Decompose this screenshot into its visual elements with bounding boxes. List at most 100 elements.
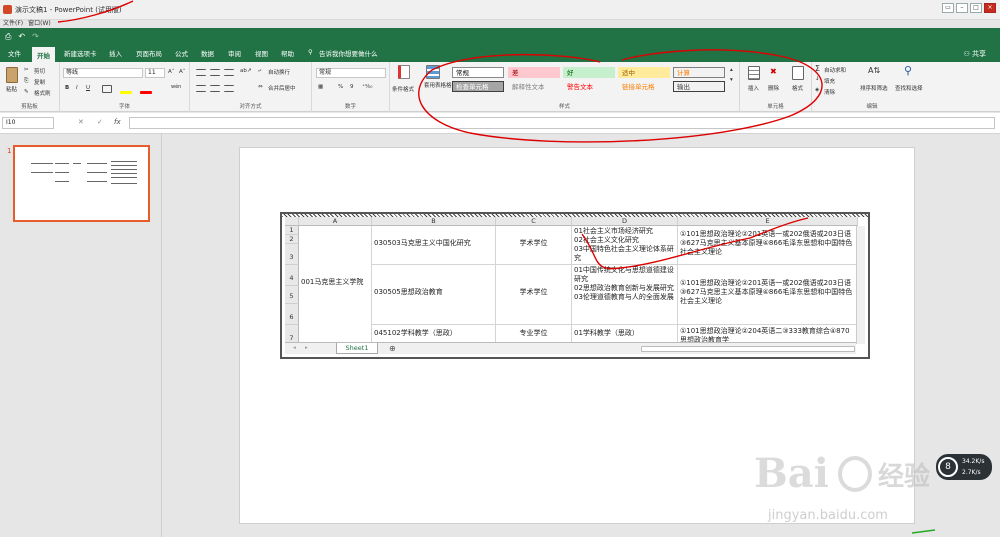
- select-all-corner[interactable]: [285, 217, 299, 226]
- next-sheet-icon[interactable]: ▸: [305, 345, 308, 351]
- tab-home[interactable]: 开始: [32, 47, 55, 62]
- tab-new[interactable]: 新建选项卡: [64, 48, 97, 58]
- tab-insert[interactable]: 插入: [109, 48, 122, 58]
- insert-cells-icon[interactable]: [748, 66, 760, 80]
- cut-button[interactable]: 剪切: [34, 67, 45, 75]
- align-middle-icon[interactable]: [210, 69, 220, 76]
- percent-button[interactable]: %: [338, 84, 343, 90]
- tab-data[interactable]: 数据: [201, 48, 214, 58]
- cell-exams[interactable]: ①101思想政治理论②201英语一或202俄语或203日语③627马克思主义基本…: [678, 226, 858, 265]
- paste-icon[interactable]: [6, 67, 18, 83]
- cell-style-2[interactable]: 好: [563, 67, 615, 78]
- phonetic-button[interactable]: wén: [171, 84, 181, 90]
- sort-filter-icon[interactable]: A⇅: [868, 66, 880, 75]
- wrap-text-button[interactable]: 自动换行: [268, 68, 290, 76]
- sheet-tab-sheet1[interactable]: Sheet1: [336, 343, 378, 354]
- add-sheet-icon[interactable]: ⊕: [389, 344, 396, 353]
- tab-formulas[interactable]: 公式: [175, 48, 188, 58]
- menu-window[interactable]: 窗口(W): [28, 18, 51, 27]
- font-color-icon[interactable]: [140, 91, 152, 94]
- styles-scroll-up-icon[interactable]: ▴: [730, 67, 733, 73]
- underline-button[interactable]: U: [86, 85, 90, 91]
- undo-icon[interactable]: ↶: [18, 32, 25, 41]
- row-header[interactable]: 2: [285, 235, 299, 244]
- cell-style-8[interactable]: 链接单元格: [618, 81, 670, 92]
- currency-icon[interactable]: ▦: [318, 84, 323, 90]
- formula-input[interactable]: [129, 117, 995, 129]
- cell-major[interactable]: 030503马克思主义中国化研究: [372, 226, 496, 265]
- cell-degree[interactable]: 学术学位: [496, 265, 572, 325]
- cell-directions[interactable]: 01学科教学（思政）: [572, 325, 678, 343]
- tab-page-layout[interactable]: 页面布局: [136, 48, 162, 58]
- grow-font-button[interactable]: A˄: [168, 69, 175, 75]
- font-name-select[interactable]: 等线: [63, 68, 143, 78]
- cell-degree[interactable]: 学术学位: [496, 226, 572, 265]
- vertical-scrollbar[interactable]: [856, 226, 865, 344]
- horizontal-scrollbar[interactable]: [641, 346, 855, 352]
- styles-scroll-down-icon[interactable]: ▾: [730, 77, 733, 83]
- fill-button[interactable]: 填充: [824, 77, 835, 85]
- cell-style-7[interactable]: 警告文本: [563, 81, 615, 92]
- cell-major[interactable]: 030505思想政治教育: [372, 265, 496, 325]
- slide-thumbnail[interactable]: [13, 145, 150, 222]
- tab-review[interactable]: 审阅: [228, 48, 241, 58]
- cell-style-9[interactable]: 输出: [673, 81, 725, 92]
- bold-button[interactable]: B: [65, 85, 69, 91]
- cell-style-0[interactable]: 常规: [452, 67, 504, 78]
- align-top-icon[interactable]: [196, 69, 206, 76]
- cell-style-1[interactable]: 差: [508, 67, 560, 78]
- embedded-worksheet[interactable]: A B C D E 1 2 3 4 5 6 7 001马克思主义学院 03050…: [280, 212, 870, 359]
- conditional-format-button[interactable]: 条件格式: [392, 85, 414, 93]
- row-header[interactable]: 6: [285, 304, 299, 325]
- cancel-icon[interactable]: ✕: [78, 118, 84, 126]
- redo-icon[interactable]: ↷: [32, 32, 39, 41]
- font-size-select[interactable]: 11: [145, 68, 165, 78]
- column-header[interactable]: C: [496, 217, 572, 226]
- cell-exams[interactable]: ①101思想政治理论②204英语二③333教育综合④870思想政治教育学: [678, 325, 858, 343]
- conditional-format-icon[interactable]: [398, 65, 410, 79]
- format-cells-icon[interactable]: [792, 66, 804, 80]
- column-header[interactable]: B: [372, 217, 496, 226]
- clear-button[interactable]: 清除: [824, 88, 835, 96]
- delete-cells-button[interactable]: 删除: [768, 84, 779, 92]
- number-format-select[interactable]: 常规: [316, 68, 386, 78]
- share-button[interactable]: ⚇ 共享: [963, 49, 986, 59]
- cell-style-4[interactable]: 计算: [673, 67, 725, 78]
- align-bottom-icon[interactable]: [224, 69, 234, 76]
- insert-cells-button[interactable]: 插入: [748, 84, 759, 92]
- align-center-icon[interactable]: [210, 85, 220, 92]
- merge-center-button[interactable]: 合并后居中: [268, 84, 296, 92]
- cell-directions[interactable]: 01中国传统文化与思想道德建设研究 02思想政治教育创新与发展研究 03伦理道德…: [572, 265, 678, 325]
- prev-sheet-icon[interactable]: ◂: [293, 345, 296, 351]
- shrink-font-button[interactable]: A˅: [179, 69, 186, 75]
- cell-exams[interactable]: ①101思想政治理论②201英语一或202俄语或203日语③627马克思主义基本…: [678, 265, 858, 325]
- maximize-button[interactable]: □: [970, 3, 982, 13]
- sort-filter-button[interactable]: 排序和筛选: [860, 84, 888, 92]
- row-header[interactable]: 7: [285, 325, 299, 343]
- autosum-button[interactable]: 自动求和: [824, 66, 846, 74]
- copy-button[interactable]: 复制: [34, 78, 45, 86]
- cell-college[interactable]: 001马克思主义学院: [299, 226, 372, 343]
- cell-directions[interactable]: 01社会主义市场经济研究 02社会主义文化研究 03中国特色社会主义理论体系研究: [572, 226, 678, 265]
- orientation-icon[interactable]: ab↗: [240, 68, 251, 74]
- insert-function-icon[interactable]: fx: [114, 118, 121, 126]
- tab-file[interactable]: 文件: [8, 48, 21, 58]
- align-left-icon[interactable]: [196, 85, 206, 92]
- name-box[interactable]: I10: [2, 117, 54, 129]
- decimal-icon[interactable]: ⁺⁰⁄₀₀: [362, 84, 372, 90]
- borders-icon[interactable]: [102, 85, 112, 93]
- row-header[interactable]: 3: [285, 244, 299, 265]
- menu-file[interactable]: 文件(F): [3, 18, 23, 27]
- tab-help[interactable]: 帮助: [281, 48, 294, 58]
- tell-me-box[interactable]: 告诉我你想要做什么: [319, 48, 378, 58]
- enter-icon[interactable]: ✓: [97, 118, 103, 126]
- format-cells-button[interactable]: 格式: [792, 84, 803, 92]
- align-right-icon[interactable]: [224, 85, 234, 92]
- cell-style-5[interactable]: 检查单元格: [452, 81, 504, 92]
- delete-cells-icon[interactable]: ✖: [770, 67, 777, 76]
- cell-style-6[interactable]: 解释性文本: [508, 81, 560, 92]
- column-header[interactable]: D: [572, 217, 678, 226]
- row-header[interactable]: 4: [285, 265, 299, 286]
- find-select-button[interactable]: 查找和选择: [895, 84, 923, 92]
- cell-degree[interactable]: 专业学位: [496, 325, 572, 343]
